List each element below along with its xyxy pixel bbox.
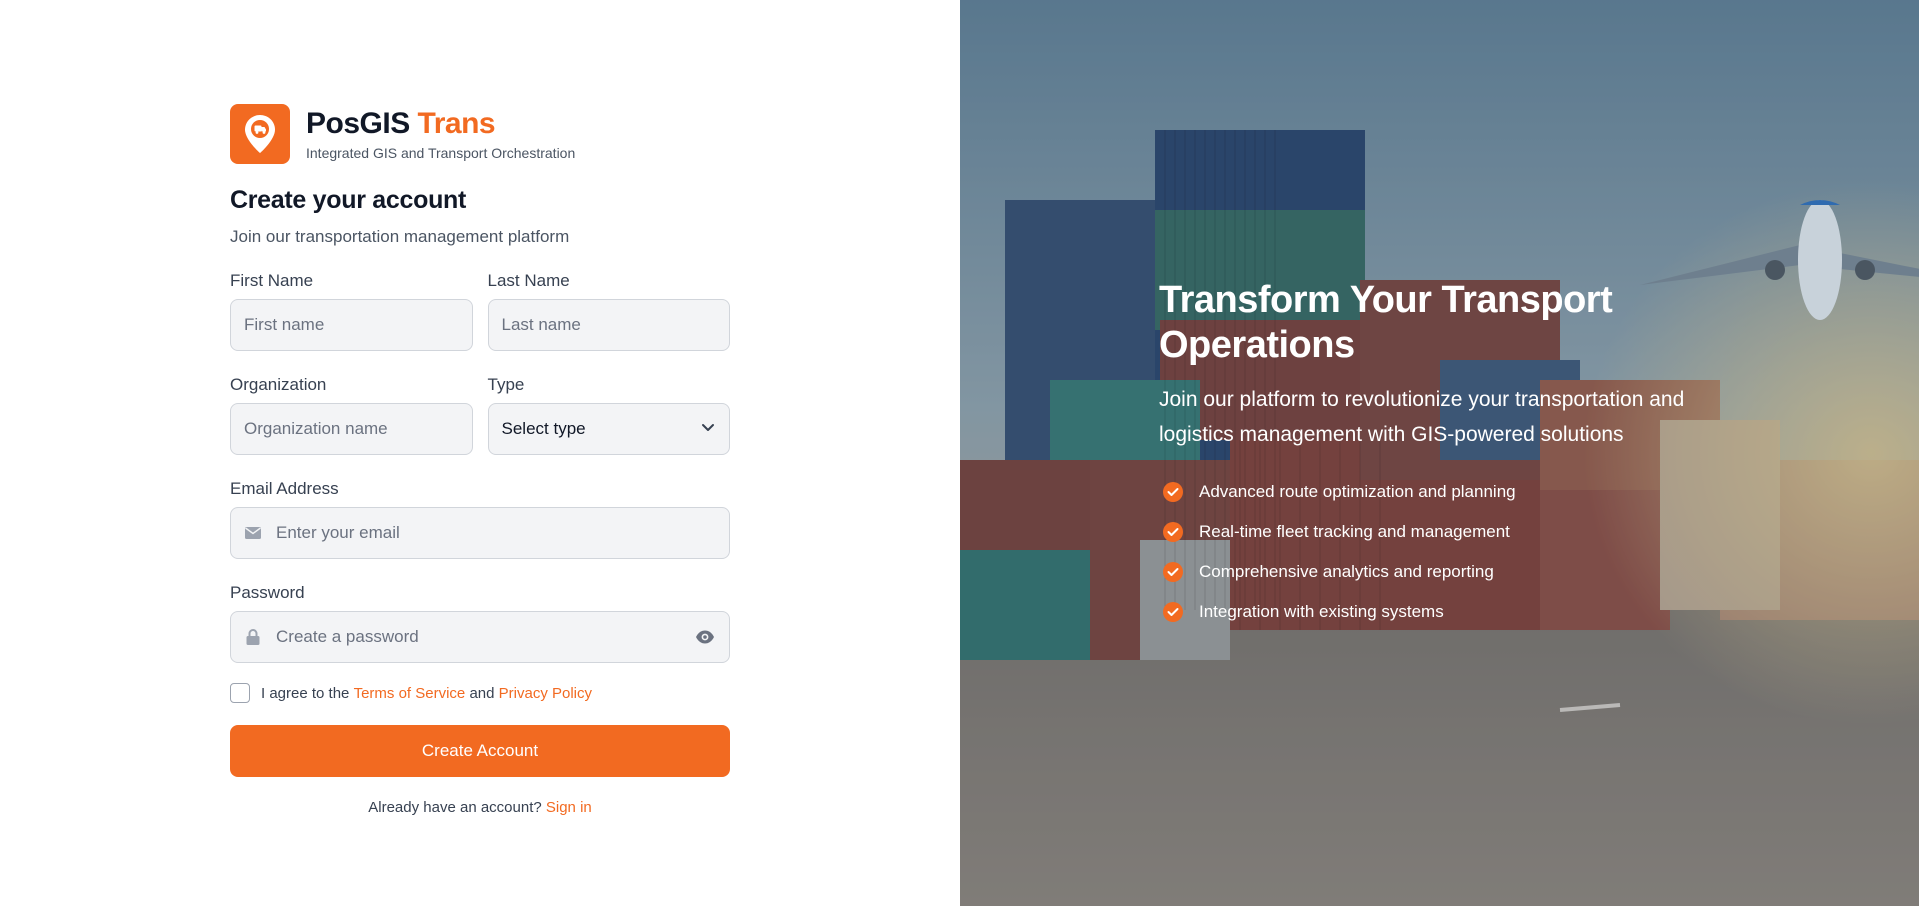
type-group: Type Select type [487,375,730,455]
organization-field[interactable] [244,419,459,439]
check-circle-icon [1163,522,1183,542]
organization-label: Organization [230,375,327,394]
create-account-button[interactable]: Create Account [230,725,730,777]
email-group: Email Address [230,479,730,559]
page-title: Create your account [230,186,467,214]
feature-text: Integration with existing systems [1199,602,1444,621]
brand-name-accent: Trans [417,107,496,140]
check-circle-icon [1163,482,1183,502]
name-row: First Name Last Name [230,271,730,351]
signup-form: PosGIS Trans Integrated GIS and Transpor… [230,104,730,816]
last-name-group: Last Name [487,271,730,351]
page-subtitle: Join our transportation management platf… [230,227,570,246]
lock-icon [244,628,262,646]
feature-item: Integration with existing systems [1159,592,1759,632]
signin-link[interactable]: Sign in [546,799,592,816]
signup-panel: PosGIS Trans Integrated GIS and Transpor… [0,0,960,906]
email-box [230,507,730,559]
terms-checkbox[interactable] [230,683,250,703]
mail-icon [244,524,262,542]
org-row: Organization Type Select type [230,375,730,455]
feature-text: Advanced route optimization and planning [1199,482,1516,501]
organization-box [230,403,473,455]
organization-group: Organization [230,375,473,455]
feature-item: Comprehensive analytics and reporting [1159,552,1759,592]
brand-header: PosGIS Trans Integrated GIS and Transpor… [230,104,730,164]
check-circle-icon [1163,602,1183,622]
feature-text: Comprehensive analytics and reporting [1199,562,1494,581]
first-name-group: First Name [230,271,473,351]
feature-list: Advanced route optimization and planning… [1159,472,1759,632]
map-pin-truck-icon [230,104,290,164]
terms-agreement: I agree to the Terms of Service and Priv… [230,683,730,703]
first-name-field[interactable] [244,315,459,335]
brand-name-main: PosGIS [306,107,410,140]
terms-link[interactable]: Terms of Service [354,685,466,702]
brand-name: PosGIS Trans [306,107,575,141]
eye-icon[interactable] [694,626,716,648]
email-field[interactable] [276,523,716,543]
agree-and: and [465,684,499,702]
feature-text: Real-time fleet tracking and management [1199,522,1510,541]
last-name-label: Last Name [487,271,570,290]
brand-tagline: Integrated GIS and Transport Orchestrati… [306,145,576,161]
hero-title: Transform Your Transport Operations [1159,279,1613,366]
privacy-link[interactable]: Privacy Policy [499,685,592,702]
password-group: Password [230,583,730,663]
hero-panel: Transform Your Transport Operations Join… [960,0,1919,906]
type-select[interactable]: Select type [487,403,730,455]
chevron-down-icon [700,419,716,440]
hero-description: Join our platform to revolutionize your … [1159,388,1685,446]
password-label: Password [230,583,305,602]
first-name-box [230,299,473,351]
password-box [230,611,730,663]
signin-prompt: Already have an account? Sign in [230,799,730,816]
password-field[interactable] [276,627,694,647]
agree-prefix: I agree to the [261,684,354,702]
check-circle-icon [1163,562,1183,582]
first-name-label: First Name [230,271,314,290]
last-name-field[interactable] [501,315,716,335]
signin-prompt-text: Already have an account? [368,799,542,816]
type-select-value: Select type [501,419,586,438]
feature-item: Advanced route optimization and planning [1159,472,1759,512]
last-name-box [487,299,730,351]
feature-item: Real-time fleet tracking and management [1159,512,1759,552]
email-label: Email Address [230,479,339,498]
hero-content: Transform Your Transport Operations Join… [1159,278,1759,632]
type-label: Type [487,375,525,394]
